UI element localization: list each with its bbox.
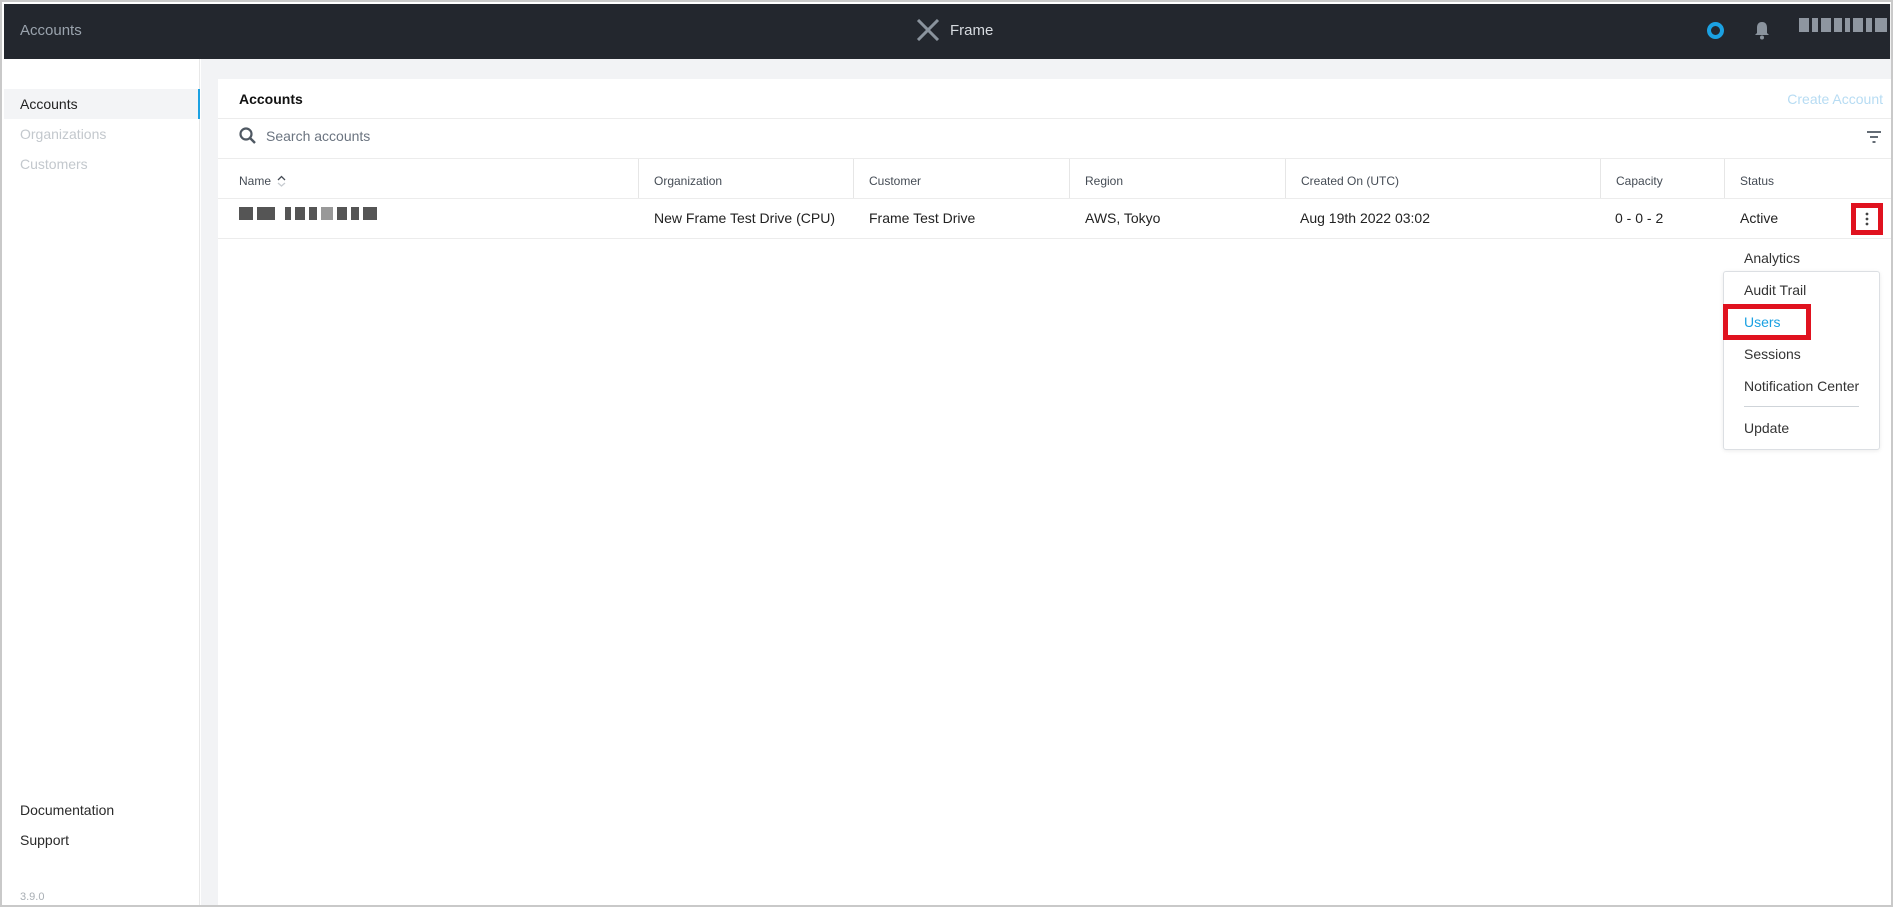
column-divider	[1285, 159, 1286, 199]
column-header-created-on[interactable]: Created On (UTC)	[1301, 171, 1399, 191]
frame-logo-icon	[916, 19, 940, 41]
column-divider	[1600, 159, 1601, 199]
column-header-capacity[interactable]: Capacity	[1616, 171, 1663, 191]
cell-capacity: 0 - 0 - 2	[1615, 210, 1664, 226]
divider	[218, 118, 1891, 119]
column-divider	[853, 159, 854, 199]
menu-separator	[1744, 406, 1859, 407]
create-account-button[interactable]: Create Account	[1787, 91, 1883, 107]
accounts-panel: Accounts Create Account Name Organizatio…	[218, 79, 1891, 905]
column-divider	[1069, 159, 1070, 199]
support-link[interactable]: Support	[20, 832, 69, 848]
more-vertical-icon	[1865, 212, 1869, 226]
search-icon	[239, 127, 256, 144]
brand-name: Frame	[950, 21, 994, 39]
page-title: Accounts	[239, 91, 303, 107]
column-header-status[interactable]: Status	[1740, 171, 1774, 191]
cell-region: AWS, Tokyo	[1085, 210, 1161, 226]
search-bar	[239, 127, 766, 144]
sidebar: Accounts Organizations Customers Documen…	[4, 59, 200, 905]
column-divider	[1724, 159, 1725, 199]
app-window: Accounts Frame Accounts Organizations Cu…	[0, 0, 1893, 907]
menu-item-sessions[interactable]: Sessions	[1744, 346, 1801, 362]
brand[interactable]: Frame	[916, 19, 993, 41]
top-bar: Accounts Frame	[4, 4, 1891, 59]
cell-organization: New Frame Test Drive (CPU)	[654, 210, 835, 226]
documentation-link[interactable]: Documentation	[20, 802, 114, 818]
menu-item-audit-trail[interactable]: Audit Trail	[1744, 282, 1806, 298]
redacted-account-name[interactable]	[239, 207, 377, 220]
divider	[218, 198, 1891, 199]
sidebar-item-organizations[interactable]: Organizations	[4, 119, 200, 149]
divider	[218, 238, 1891, 239]
sort-icon[interactable]	[277, 175, 286, 187]
sidebar-item-customers[interactable]: Customers	[4, 149, 200, 179]
column-header-customer[interactable]: Customer	[869, 171, 921, 191]
menu-item-analytics[interactable]: Analytics	[1744, 250, 1800, 266]
menu-item-update[interactable]: Update	[1744, 420, 1789, 436]
user-menu[interactable]	[1799, 18, 1887, 32]
menu-item-notification-center[interactable]: Notification Center	[1744, 378, 1859, 394]
column-header-label: Name	[239, 174, 272, 188]
bell-icon[interactable]	[1753, 20, 1771, 40]
divider	[218, 158, 1891, 159]
column-header-name[interactable]: Name	[239, 171, 286, 191]
menu-item-users[interactable]: Users	[1744, 314, 1781, 330]
filter-icon[interactable]	[1867, 131, 1881, 143]
column-divider	[638, 159, 639, 199]
column-header-organization[interactable]: Organization	[654, 171, 722, 191]
breadcrumb[interactable]: Accounts	[20, 22, 82, 39]
column-header-region[interactable]: Region	[1085, 171, 1123, 191]
cell-created-on: Aug 19th 2022 03:02	[1300, 210, 1431, 226]
version-label: 3.9.0	[20, 891, 45, 903]
cell-customer: Frame Test Drive	[869, 210, 976, 226]
row-actions-button[interactable]	[1851, 203, 1883, 235]
sidebar-item-accounts[interactable]: Accounts	[4, 89, 200, 119]
row-actions-menu: Analytics Audit Trail Users Sessions Not…	[1723, 250, 1880, 450]
search-input[interactable]	[266, 127, 766, 144]
cell-status: Active	[1740, 210, 1779, 226]
status-ring-icon[interactable]	[1707, 22, 1724, 39]
